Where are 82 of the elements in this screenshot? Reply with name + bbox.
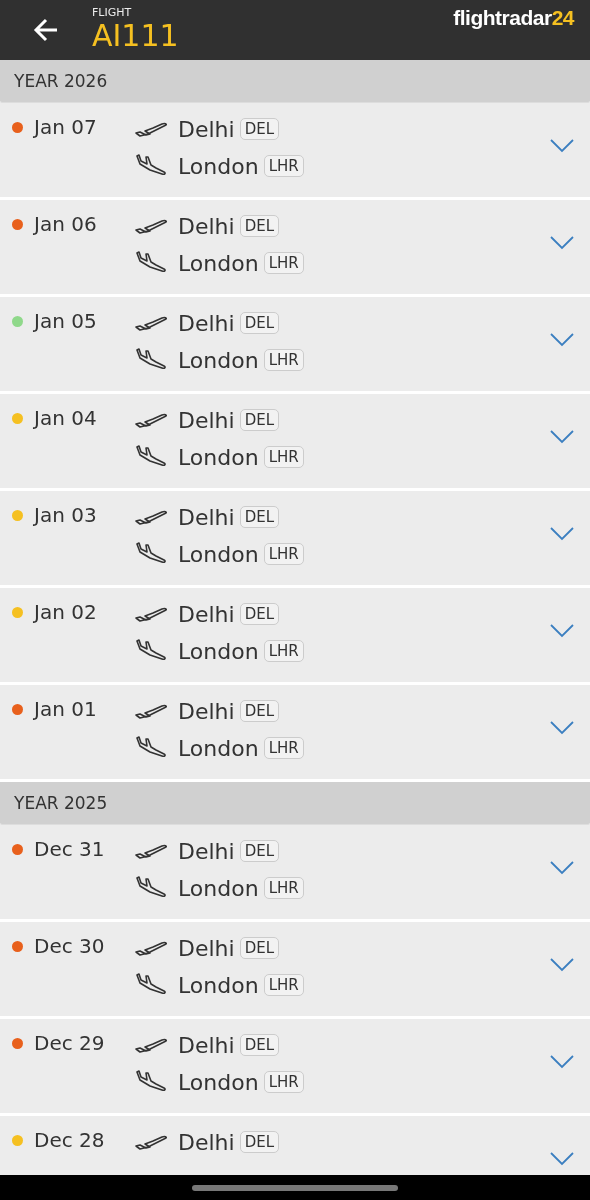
airport-code: LHR xyxy=(263,1071,304,1093)
city-name: Delhi xyxy=(178,213,235,239)
airport-code: DEL xyxy=(239,1034,280,1056)
airport-code: DEL xyxy=(239,840,280,862)
city-name: Delhi xyxy=(178,1129,235,1155)
chevron-down-icon[interactable] xyxy=(550,721,574,735)
airport-code: LHR xyxy=(263,349,304,371)
chevron-down-icon[interactable] xyxy=(550,333,574,347)
city-name: London xyxy=(178,541,259,567)
city-name: London xyxy=(178,735,259,761)
airport-code: LHR xyxy=(263,543,304,565)
city-name: London xyxy=(178,444,259,470)
chevron-down-icon[interactable] xyxy=(550,527,574,541)
header-label: FLIGHT xyxy=(92,7,133,19)
city-name: Delhi xyxy=(178,698,235,724)
chevron-down-icon[interactable] xyxy=(550,1152,574,1166)
chevron-down-icon[interactable] xyxy=(550,624,574,638)
airport-code: LHR xyxy=(263,877,304,899)
flight-date: Jan 06 xyxy=(34,212,97,236)
flight-date: Jan 02 xyxy=(34,600,97,624)
landing-plane-icon xyxy=(134,639,168,663)
chevron-down-icon[interactable] xyxy=(550,430,574,444)
chevron-down-icon[interactable] xyxy=(550,861,574,875)
flight-date: Dec 31 xyxy=(34,837,105,861)
flight-date: Jan 04 xyxy=(34,406,97,430)
airport-code: DEL xyxy=(239,409,280,431)
landing-plane-icon xyxy=(134,542,168,566)
flight-date: Jan 05 xyxy=(34,309,97,333)
city-name: Delhi xyxy=(178,310,235,336)
year-header: YEAR 2026 xyxy=(14,70,108,91)
landing-plane-icon xyxy=(134,251,168,275)
city-name: London xyxy=(178,153,259,179)
landing-plane-icon xyxy=(134,973,168,997)
chevron-down-icon[interactable] xyxy=(550,958,574,972)
flight-date: Jan 07 xyxy=(34,115,97,139)
back-arrow-icon xyxy=(32,16,60,44)
airport-code: LHR xyxy=(263,155,304,177)
airport-code: DEL xyxy=(239,506,280,528)
city-name: London xyxy=(178,347,259,373)
chevron-down-icon[interactable] xyxy=(550,139,574,153)
chevron-down-icon[interactable] xyxy=(550,1055,574,1069)
landing-plane-icon xyxy=(134,348,168,372)
city-name: Delhi xyxy=(178,601,235,627)
back-button[interactable] xyxy=(32,16,60,44)
airport-code: DEL xyxy=(239,700,280,722)
city-name: London xyxy=(178,875,259,901)
city-name: Delhi xyxy=(178,935,235,961)
flight-date: Dec 30 xyxy=(34,934,105,958)
city-name: London xyxy=(178,1069,259,1095)
home-indicator[interactable] xyxy=(192,1184,398,1191)
year-header: YEAR 2025 xyxy=(14,792,108,813)
airport-code: DEL xyxy=(239,1131,280,1153)
chevron-down-icon[interactable] xyxy=(550,236,574,250)
landing-plane-icon xyxy=(134,736,168,760)
city-name: London xyxy=(178,250,259,276)
landing-plane-icon xyxy=(134,876,168,900)
airport-code: DEL xyxy=(239,312,280,334)
flight-number: AI111 xyxy=(92,19,180,53)
city-name: Delhi xyxy=(178,1032,235,1058)
landing-plane-icon xyxy=(134,1070,168,1094)
airport-code: LHR xyxy=(263,974,304,996)
airport-code: LHR xyxy=(263,640,304,662)
logo: flightradar24 xyxy=(453,6,574,30)
city-name: Delhi xyxy=(178,504,235,530)
airport-code: LHR xyxy=(263,252,304,274)
airport-code: DEL xyxy=(239,937,280,959)
city-name: Delhi xyxy=(178,838,235,864)
landing-plane-icon xyxy=(134,445,168,469)
city-name: London xyxy=(178,638,259,664)
airport-code: LHR xyxy=(263,737,304,759)
flight-date: Jan 03 xyxy=(34,503,97,527)
city-name: Delhi xyxy=(178,407,235,433)
flight-date: Dec 28 xyxy=(34,1128,105,1152)
landing-plane-icon xyxy=(134,154,168,178)
airport-code: LHR xyxy=(263,446,304,468)
airport-code: DEL xyxy=(239,603,280,625)
flight-date: Dec 29 xyxy=(34,1031,105,1055)
airport-code: DEL xyxy=(239,118,280,140)
airport-code: DEL xyxy=(239,215,280,237)
flight-date: Jan 01 xyxy=(34,697,97,721)
city-name: Delhi xyxy=(178,116,235,142)
city-name: London xyxy=(178,972,259,998)
